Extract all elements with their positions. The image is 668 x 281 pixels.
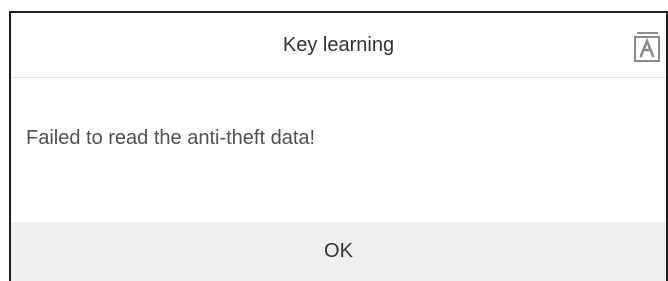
key-learning-dialog: Key learning Failed to read the anti-the… <box>9 11 668 281</box>
ok-button-label: OK <box>324 240 353 262</box>
error-message: Failed to read the anti-theft data! <box>26 127 316 149</box>
dialog-header: Key learning <box>11 13 666 78</box>
screenshot-page: Key learning Failed to read the anti-the… <box>0 0 668 281</box>
dialog-body: Failed to read the anti-theft data! <box>11 78 666 224</box>
dialog-title: Key learning <box>282 33 395 56</box>
translate-icon[interactable] <box>630 29 664 65</box>
ok-button[interactable]: OK <box>11 222 666 281</box>
